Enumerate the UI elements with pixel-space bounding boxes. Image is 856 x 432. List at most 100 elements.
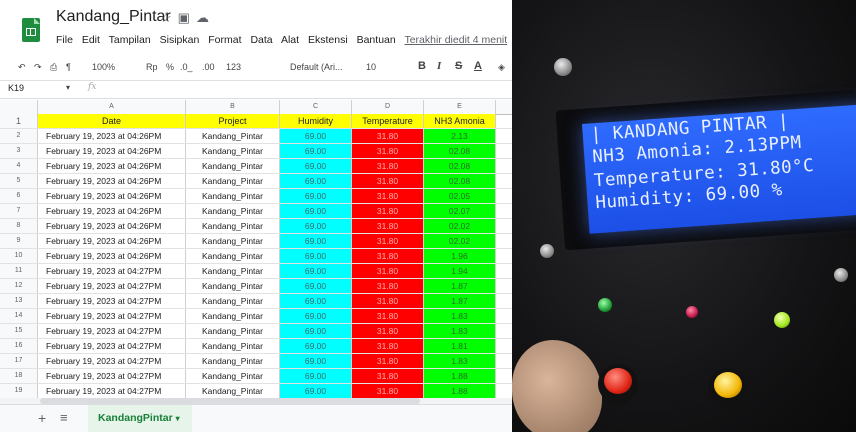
cell[interactable]: 02.02 bbox=[424, 219, 496, 233]
cell[interactable] bbox=[496, 324, 512, 338]
row-number[interactable]: 8 bbox=[0, 219, 38, 233]
cell[interactable]: February 19, 2023 at 04:27PM bbox=[38, 294, 186, 308]
cell[interactable]: February 19, 2023 at 04:27PM bbox=[38, 354, 186, 368]
cell[interactable]: 31.80 bbox=[352, 174, 424, 188]
cell[interactable]: 69.00 bbox=[280, 234, 352, 248]
more-formats-button[interactable]: 123 bbox=[226, 62, 241, 72]
column-header-d[interactable]: D bbox=[352, 100, 424, 114]
row-number[interactable]: 1 bbox=[0, 114, 38, 128]
cell[interactable]: 69.00 bbox=[280, 249, 352, 263]
menu-edit[interactable]: Edit bbox=[82, 34, 100, 46]
zoom-select[interactable]: 100% bbox=[92, 62, 115, 72]
cell[interactable]: February 19, 2023 at 04:26PM bbox=[38, 234, 186, 248]
cell[interactable] bbox=[496, 129, 512, 143]
cell[interactable]: 2.13 bbox=[424, 129, 496, 143]
red-push-button[interactable] bbox=[604, 368, 632, 394]
cell[interactable]: 1.83 bbox=[424, 354, 496, 368]
cell[interactable]: 31.80 bbox=[352, 294, 424, 308]
cell[interactable]: 69.00 bbox=[280, 219, 352, 233]
cell[interactable] bbox=[496, 279, 512, 293]
cell[interactable]: 31.80 bbox=[352, 204, 424, 218]
cell[interactable]: Kandang_Pintar bbox=[186, 219, 280, 233]
column-header-a[interactable]: A bbox=[38, 100, 186, 114]
cell-reference[interactable]: K19 bbox=[8, 83, 24, 93]
menu-insert[interactable]: Sisipkan bbox=[160, 34, 200, 46]
row-number[interactable]: 11 bbox=[0, 264, 38, 278]
cell[interactable]: Kandang_Pintar bbox=[186, 309, 280, 323]
row-number[interactable]: 15 bbox=[0, 324, 38, 338]
header-cell[interactable]: Date bbox=[38, 114, 186, 128]
cell[interactable]: February 19, 2023 at 04:26PM bbox=[38, 174, 186, 188]
row-number[interactable]: 19 bbox=[0, 384, 38, 398]
cell[interactable]: 02.08 bbox=[424, 159, 496, 173]
percent-button[interactable]: % bbox=[166, 62, 174, 72]
row-number[interactable]: 10 bbox=[0, 249, 38, 263]
row-number[interactable]: 7 bbox=[0, 204, 38, 218]
sheet-tab[interactable]: KandangPintar ▾ bbox=[88, 405, 192, 432]
sheets-logo-icon[interactable] bbox=[22, 18, 40, 42]
cell[interactable] bbox=[496, 114, 512, 128]
cell[interactable]: February 19, 2023 at 04:26PM bbox=[38, 159, 186, 173]
cell[interactable]: 69.00 bbox=[280, 384, 352, 398]
cell[interactable]: 31.80 bbox=[352, 219, 424, 233]
cell[interactable]: Kandang_Pintar bbox=[186, 339, 280, 353]
cell[interactable]: Kandang_Pintar bbox=[186, 249, 280, 263]
column-header-f[interactable] bbox=[496, 100, 512, 114]
menu-format[interactable]: Format bbox=[208, 34, 241, 46]
cell[interactable]: Kandang_Pintar bbox=[186, 294, 280, 308]
row-number[interactable]: 13 bbox=[0, 294, 38, 308]
font-size-select[interactable]: 10 bbox=[366, 62, 376, 72]
print-icon[interactable]: ⎙ bbox=[50, 62, 57, 73]
cell[interactable]: 02.07 bbox=[424, 204, 496, 218]
cell[interactable]: Kandang_Pintar bbox=[186, 369, 280, 383]
cell[interactable]: February 19, 2023 at 04:27PM bbox=[38, 369, 186, 383]
chevron-down-icon[interactable]: ▾ bbox=[66, 83, 70, 92]
cell[interactable] bbox=[496, 339, 512, 353]
cell[interactable] bbox=[496, 354, 512, 368]
redo-icon[interactable]: ↷ bbox=[34, 62, 42, 73]
row-number[interactable]: 14 bbox=[0, 309, 38, 323]
header-cell[interactable]: Temperature bbox=[352, 114, 424, 128]
cell[interactable]: 31.80 bbox=[352, 309, 424, 323]
cell[interactable]: 69.00 bbox=[280, 339, 352, 353]
cell[interactable]: Kandang_Pintar bbox=[186, 324, 280, 338]
cell[interactable] bbox=[496, 249, 512, 263]
menu-help[interactable]: Bantuan bbox=[357, 34, 396, 46]
cell[interactable]: February 19, 2023 at 04:27PM bbox=[38, 279, 186, 293]
yellow-push-button[interactable] bbox=[714, 372, 742, 398]
row-number[interactable]: 5 bbox=[0, 174, 38, 188]
menu-view[interactable]: Tampilan bbox=[109, 34, 151, 46]
cell[interactable]: 1.87 bbox=[424, 294, 496, 308]
menu-file[interactable]: File bbox=[56, 34, 73, 46]
fill-color-icon[interactable]: ◈ bbox=[498, 62, 505, 73]
star-icon[interactable]: ☆ bbox=[160, 10, 178, 25]
last-edit-link[interactable]: Terakhir diedit 4 menit bbox=[404, 34, 507, 46]
cell[interactable] bbox=[496, 144, 512, 158]
cell[interactable]: Kandang_Pintar bbox=[186, 234, 280, 248]
row-number[interactable]: 3 bbox=[0, 144, 38, 158]
cell[interactable]: 69.00 bbox=[280, 189, 352, 203]
cell[interactable] bbox=[496, 384, 512, 398]
cell[interactable]: 69.00 bbox=[280, 129, 352, 143]
cell[interactable]: 69.00 bbox=[280, 204, 352, 218]
cell[interactable]: 31.80 bbox=[352, 234, 424, 248]
cell[interactable]: February 19, 2023 at 04:27PM bbox=[38, 309, 186, 323]
cell[interactable]: 1.83 bbox=[424, 324, 496, 338]
cell[interactable]: 1.88 bbox=[424, 369, 496, 383]
cell[interactable]: February 19, 2023 at 04:27PM bbox=[38, 339, 186, 353]
cell[interactable]: February 19, 2023 at 04:27PM bbox=[38, 264, 186, 278]
row-number[interactable]: 12 bbox=[0, 279, 38, 293]
decrease-decimal-button[interactable]: .0_ bbox=[180, 62, 193, 72]
cell[interactable]: 69.00 bbox=[280, 144, 352, 158]
header-cell[interactable]: NH3 Amonia bbox=[424, 114, 496, 128]
header-cell[interactable]: Humidity bbox=[280, 114, 352, 128]
cell[interactable]: 1.87 bbox=[424, 279, 496, 293]
cell[interactable]: Kandang_Pintar bbox=[186, 354, 280, 368]
cell[interactable]: 02.02 bbox=[424, 234, 496, 248]
strikethrough-button[interactable]: S bbox=[455, 60, 462, 72]
chevron-down-icon[interactable]: ▾ bbox=[176, 414, 180, 423]
increase-decimal-button[interactable]: .00 bbox=[202, 62, 215, 72]
cell[interactable]: February 19, 2023 at 04:26PM bbox=[38, 129, 186, 143]
cell[interactable]: February 19, 2023 at 04:27PM bbox=[38, 384, 186, 398]
cell[interactable] bbox=[496, 174, 512, 188]
